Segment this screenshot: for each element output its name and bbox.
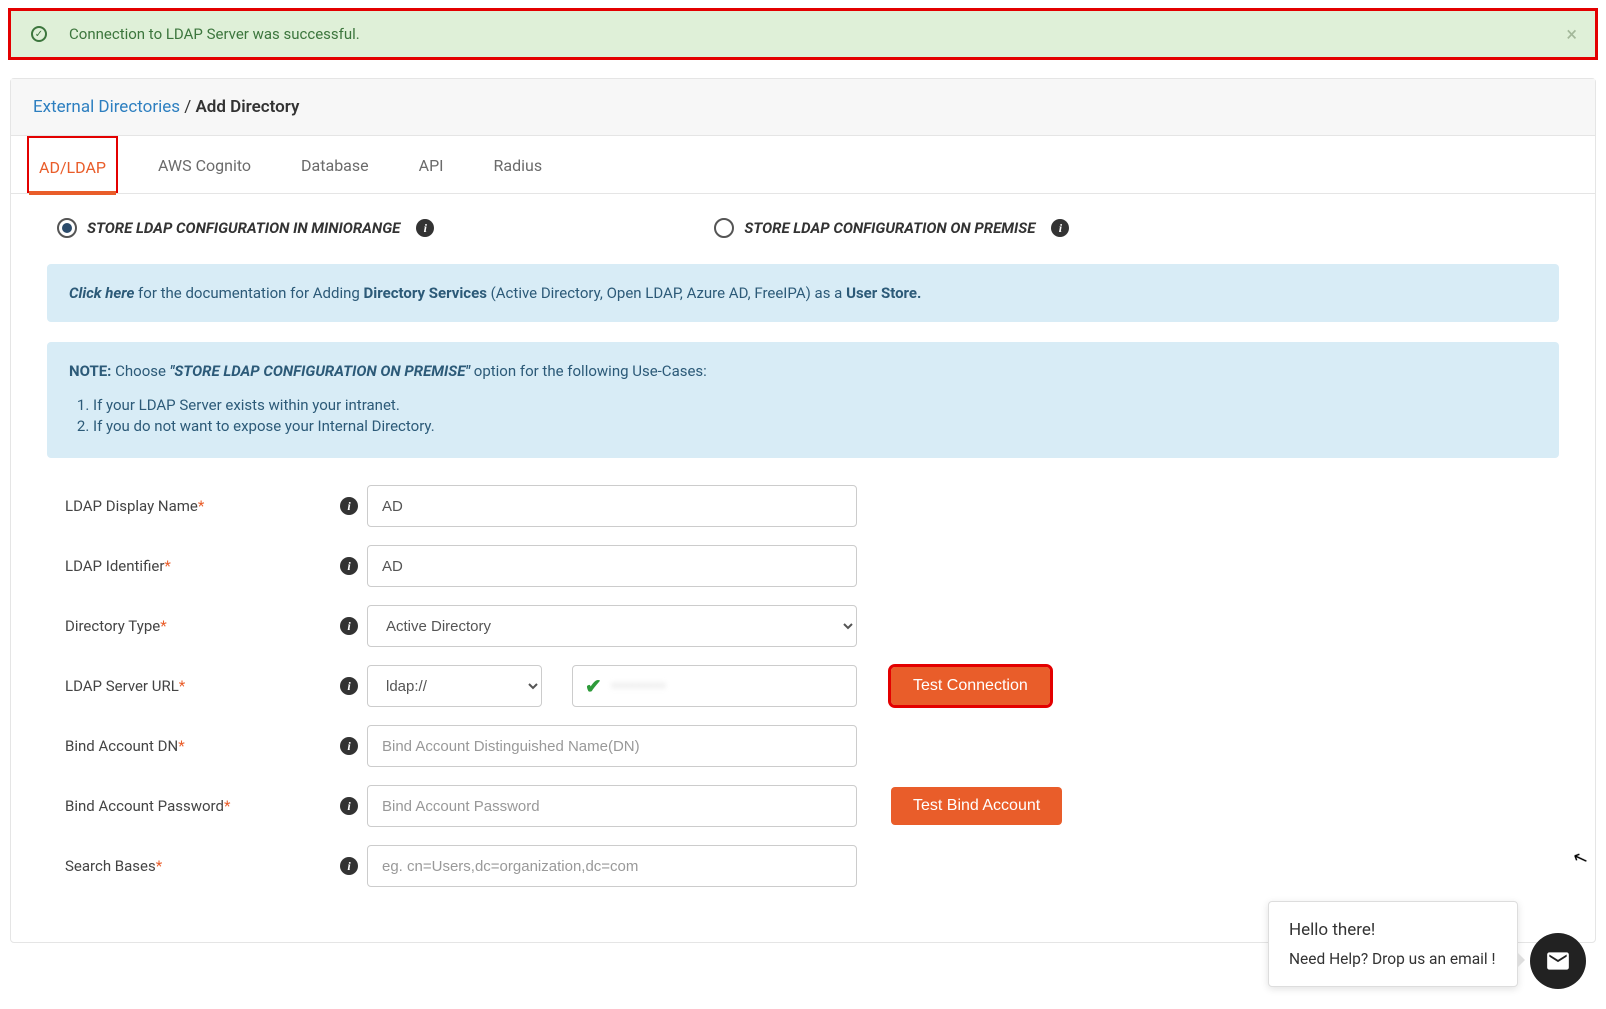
note-onprem-quote: "STORE LDAP CONFIGURATION ON PREMISE" — [170, 362, 470, 380]
tab-aws-cognito[interactable]: AWS Cognito — [148, 136, 261, 193]
label-bind-pw: Bind Account Password — [65, 797, 224, 815]
check-circle-icon: ✓ — [31, 26, 47, 42]
info-icon[interactable]: i — [416, 219, 434, 237]
breadcrumb-current: Add Directory — [195, 97, 299, 117]
label-identifier: LDAP Identifier — [65, 557, 164, 575]
note-label: NOTE: — [69, 362, 111, 380]
tabs: AD/LDAP AWS Cognito Database API Radius — [11, 136, 1595, 194]
check-icon: ✔ — [585, 674, 602, 698]
tab-radius[interactable]: Radius — [484, 136, 553, 193]
note-li2: If you do not want to expose your Intern… — [93, 417, 1537, 435]
breadcrumb-root-link[interactable]: External Directories — [33, 97, 180, 117]
radio-onpremise[interactable]: STORE LDAP CONFIGURATION ON PREMISE i — [714, 218, 1069, 238]
info-icon[interactable]: i — [340, 617, 358, 635]
doc-click-here-link[interactable]: Click here — [69, 284, 134, 302]
radio-icon — [57, 218, 77, 238]
tab-api[interactable]: API — [409, 136, 454, 193]
doc-dirserv: Directory Services — [364, 284, 487, 302]
chat-popup: Hello there! Need Help? Drop us an email… — [1268, 901, 1518, 987]
info-icon[interactable]: i — [340, 857, 358, 875]
input-bind-pw[interactable] — [367, 785, 857, 827]
select-protocol[interactable]: ldap:// — [367, 665, 542, 707]
doc-info-box: Click here for the documentation for Add… — [47, 264, 1559, 322]
radio-icon — [714, 218, 734, 238]
info-icon[interactable]: i — [340, 677, 358, 695]
mail-icon — [1545, 948, 1571, 974]
info-icon[interactable]: i — [340, 497, 358, 515]
config-location-radios: STORE LDAP CONFIGURATION IN MINIORANGE i… — [47, 218, 1559, 238]
info-icon[interactable]: i — [1051, 219, 1069, 237]
label-display-name: LDAP Display Name — [65, 497, 198, 515]
main-panel: External Directories / Add Directory AD/… — [10, 78, 1596, 943]
doc-text-1: for the documentation for Adding — [134, 284, 363, 302]
input-identifier[interactable] — [367, 545, 857, 587]
tab-adldap[interactable]: AD/LDAP — [27, 136, 118, 193]
info-icon[interactable]: i — [340, 557, 358, 575]
note-li1: If your LDAP Server exists within your i… — [93, 396, 1537, 414]
chat-help-text: Need Help? Drop us an email ! — [1289, 950, 1497, 968]
breadcrumb-sep: / — [180, 97, 195, 117]
alert-success: ✓ Connection to LDAP Server was successf… — [8, 8, 1598, 60]
note-info-box: NOTE: Choose "STORE LDAP CONFIGURATION O… — [47, 342, 1559, 458]
breadcrumb: External Directories / Add Directory — [11, 79, 1595, 136]
label-server-url: LDAP Server URL — [65, 677, 179, 695]
radio-miniorange[interactable]: STORE LDAP CONFIGURATION IN MINIORANGE i — [57, 218, 434, 238]
label-bind-dn: Bind Account DN — [65, 737, 178, 755]
select-directory-type[interactable]: Active Directory — [367, 605, 857, 647]
label-search-bases: Search Bases — [65, 857, 156, 875]
input-display-name[interactable] — [367, 485, 857, 527]
input-server-url-wrap[interactable]: ✔ ••••••••• — [572, 665, 857, 707]
input-bind-dn[interactable] — [367, 725, 857, 767]
doc-text-2: (Active Directory, Open LDAP, Azure AD, … — [487, 284, 846, 302]
tab-database[interactable]: Database — [291, 136, 379, 193]
label-directory-type: Directory Type — [65, 617, 160, 635]
test-bind-account-button[interactable]: Test Bind Account — [891, 787, 1062, 825]
test-connection-button[interactable]: Test Connection — [891, 667, 1050, 705]
panel-body: STORE LDAP CONFIGURATION IN MINIORANGE i… — [11, 194, 1595, 942]
chat-caret-icon — [1517, 952, 1525, 968]
radio-onpremise-label: STORE LDAP CONFIGURATION ON PREMISE — [744, 219, 1035, 237]
server-url-value: ••••••••• — [612, 677, 667, 695]
radio-miniorange-label: STORE LDAP CONFIGURATION IN MINIORANGE — [87, 219, 400, 237]
info-icon[interactable]: i — [340, 797, 358, 815]
note-tail: option for the following Use-Cases: — [470, 362, 707, 380]
doc-userstore: User Store. — [846, 284, 921, 302]
chat-launch-button[interactable] — [1530, 933, 1586, 989]
note-choose: Choose — [111, 362, 169, 380]
ldap-form: LDAP Display Name* i LDAP Identifier* i … — [47, 482, 1559, 890]
alert-message: Connection to LDAP Server was successful… — [69, 25, 360, 43]
chat-greeting: Hello there! — [1289, 920, 1497, 940]
info-icon[interactable]: i — [340, 737, 358, 755]
alert-close-button[interactable]: × — [1566, 22, 1577, 46]
input-search-bases[interactable] — [367, 845, 857, 887]
